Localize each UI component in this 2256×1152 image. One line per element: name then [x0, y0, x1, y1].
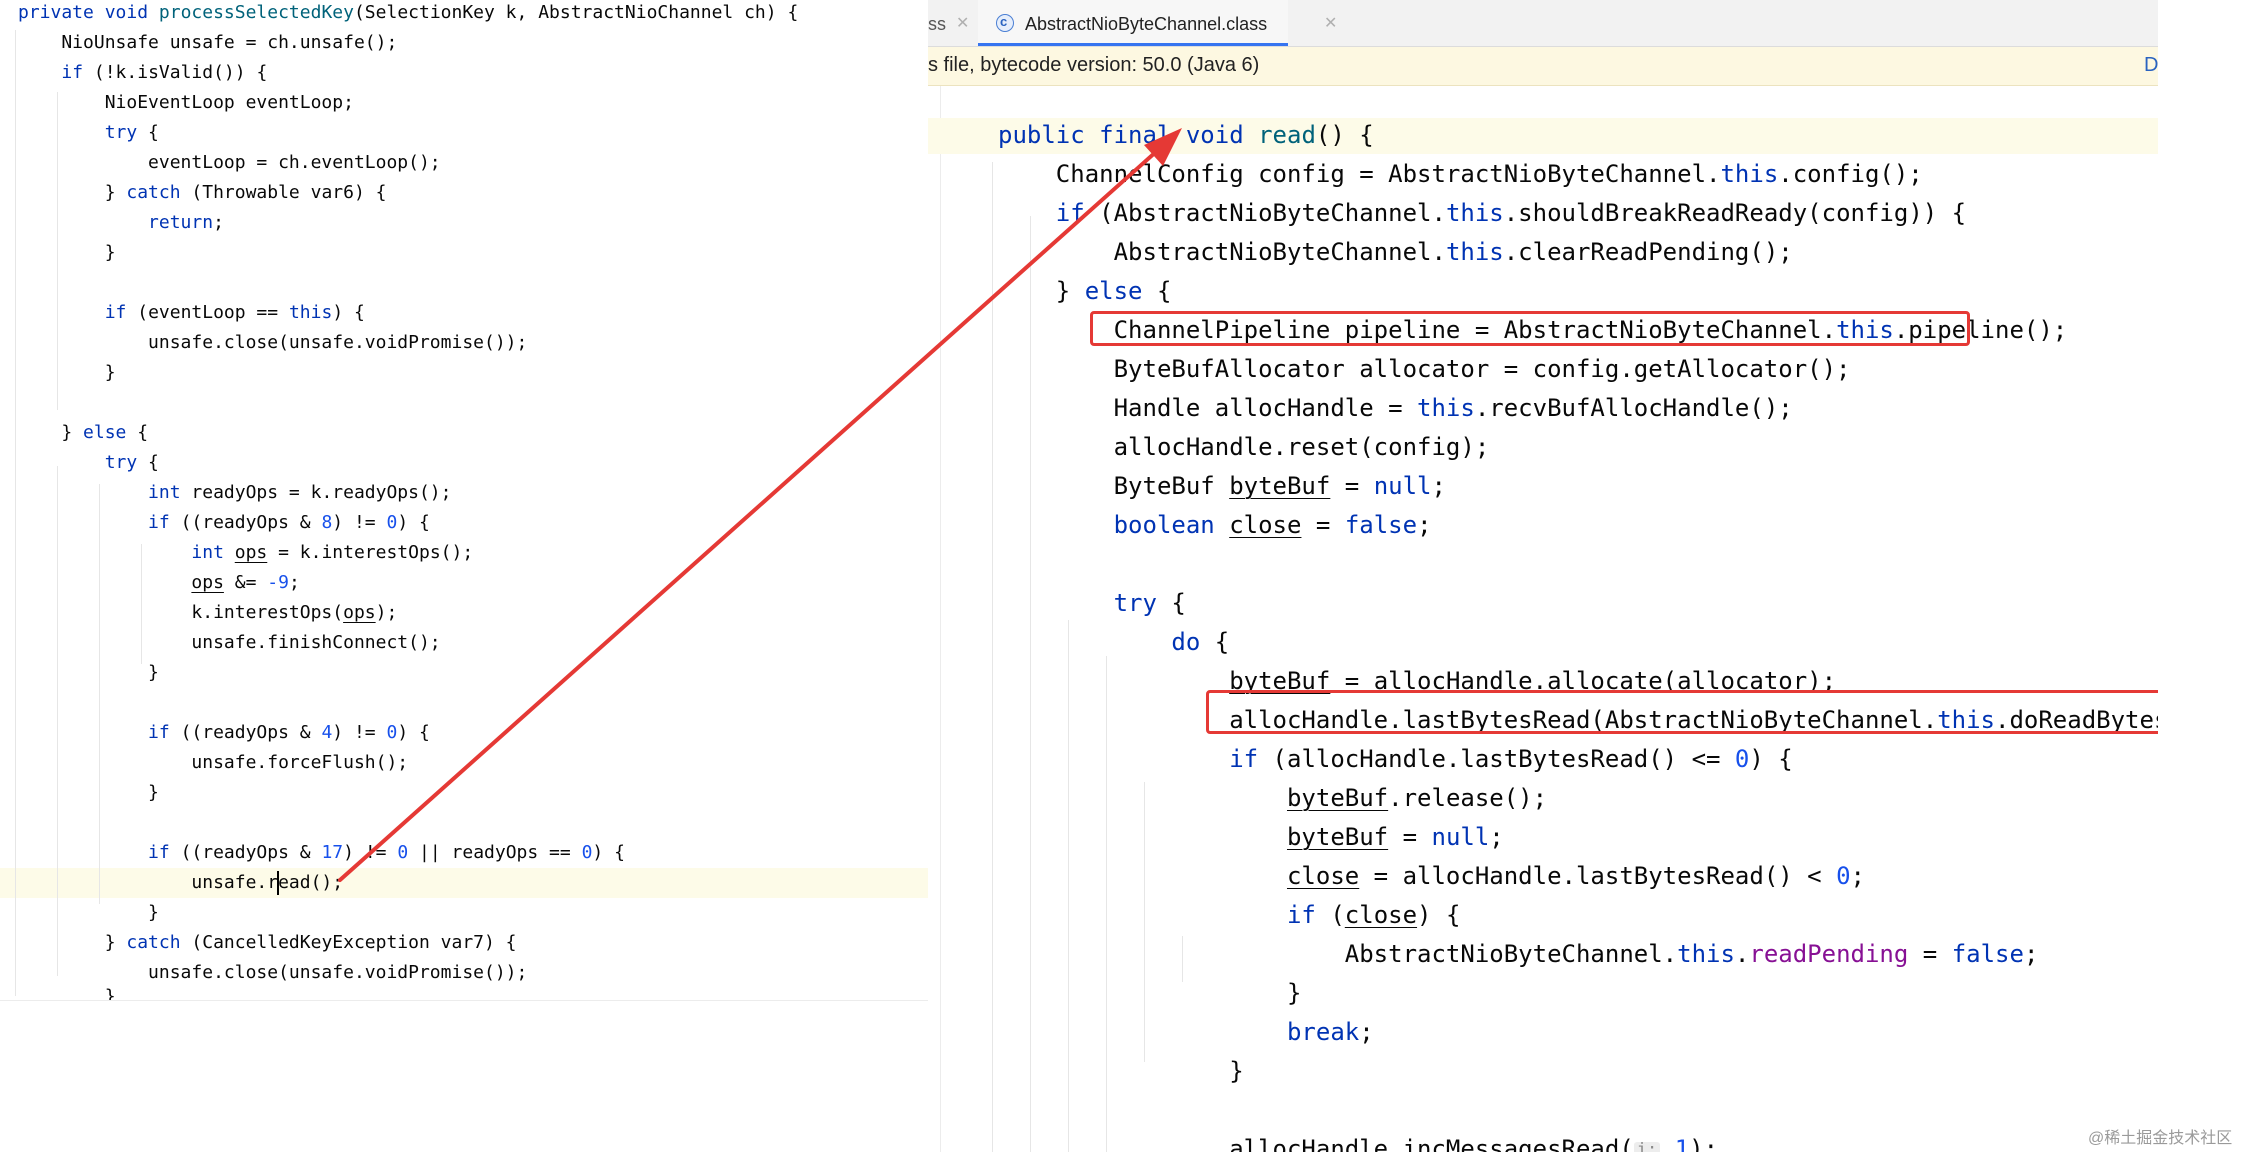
- code-line[interactable]: }: [18, 664, 159, 682]
- class-file-icon: c: [996, 14, 1014, 32]
- code-line[interactable]: k.interestOps(ops);: [18, 604, 397, 622]
- code-line[interactable]: ByteBufAllocator allocator = config.getA…: [998, 357, 1851, 381]
- tab-label: ss: [928, 14, 946, 34]
- code-line[interactable]: if (close) {: [998, 903, 1460, 927]
- code-line[interactable]: ChannelConfig config = AbstractNioByteCh…: [998, 162, 1923, 186]
- code-line[interactable]: AbstractNioByteChannel.this.readPending …: [998, 942, 2039, 966]
- code-line[interactable]: }: [18, 904, 159, 922]
- code-line[interactable]: try {: [18, 454, 159, 472]
- gutter-divider: [940, 86, 941, 1152]
- code-line[interactable]: unsafe.close(unsafe.voidPromise());: [18, 964, 527, 982]
- code-line[interactable]: byteBuf = null;: [998, 825, 1504, 849]
- info-banner-text: s file, bytecode version: 50.0 (Java 6): [928, 54, 1260, 76]
- code-line[interactable]: eventLoop = ch.eventLoop();: [18, 154, 441, 172]
- code-line[interactable]: } catch (CancelledKeyException var7) {: [18, 934, 517, 952]
- indent-guide: [15, 30, 16, 996]
- code-line[interactable]: if ((readyOps & 4) != 0) {: [18, 724, 430, 742]
- download-sources-link[interactable]: D: [2144, 54, 2158, 77]
- editor-tab-bar: ss ✕ c AbstractNioByteChannel.class ✕: [928, 0, 2158, 47]
- code-line[interactable]: unsafe.read();: [18, 874, 343, 892]
- code-line[interactable]: unsafe.close(unsafe.voidPromise());: [18, 334, 527, 352]
- code-line[interactable]: if ((readyOps & 8) != 0) {: [18, 514, 430, 532]
- code-line[interactable]: AbstractNioByteChannel.this.clearReadPen…: [998, 240, 1793, 264]
- tab-previous[interactable]: ss: [928, 0, 946, 46]
- text-caret: [277, 871, 279, 895]
- code-line[interactable]: NioEventLoop eventLoop;: [18, 94, 354, 112]
- tab-abstract-nio-byte-channel[interactable]: c AbstractNioByteChannel.class ✕: [978, 0, 1337, 46]
- divider: [0, 1000, 928, 1001]
- indent-guide: [992, 162, 993, 1152]
- code-line[interactable]: }: [18, 784, 159, 802]
- code-line[interactable]: try {: [18, 124, 159, 142]
- code-line[interactable]: int readyOps = k.readyOps();: [18, 484, 451, 502]
- code-line[interactable]: if ((readyOps & 17) != 0 || readyOps == …: [18, 844, 625, 862]
- code-line[interactable]: }: [998, 1059, 1243, 1083]
- code-line[interactable]: allocHandle.reset(config);: [998, 435, 1490, 459]
- right-code-editor[interactable]: ss ✕ c AbstractNioByteChannel.class ✕ s …: [928, 0, 2158, 1152]
- code-line[interactable]: if (eventLoop == this) {: [18, 304, 365, 322]
- code-line[interactable]: return;: [18, 214, 224, 232]
- code-line[interactable]: allocHandle.incMessagesRead(i: 1);: [998, 1137, 1718, 1152]
- close-icon[interactable]: ✕: [956, 13, 969, 32]
- close-icon[interactable]: ✕: [1324, 13, 1337, 32]
- watermark: @稀土掘金技术社区: [2088, 1130, 2233, 1147]
- code-line[interactable]: public final void read() {: [998, 123, 1374, 147]
- code-line[interactable]: break;: [998, 1020, 1374, 1044]
- code-line[interactable]: ops &= -9;: [18, 574, 299, 592]
- code-line[interactable]: unsafe.forceFlush();: [18, 754, 408, 772]
- code-line[interactable]: }: [18, 364, 116, 382]
- left-code-editor[interactable]: private void processSelectedKey(Selectio…: [0, 0, 928, 1001]
- highlight-box-do-read-bytes: [1206, 690, 2158, 734]
- code-line[interactable]: if (!k.isValid()) {: [18, 64, 267, 82]
- code-line[interactable]: if (allocHandle.lastBytesRead() <= 0) {: [998, 747, 1793, 771]
- code-line[interactable]: close = allocHandle.lastBytesRead() < 0;: [998, 864, 1865, 888]
- code-line[interactable]: boolean close = false;: [998, 513, 1432, 537]
- tab-label: AbstractNioByteChannel.class: [1025, 14, 1268, 34]
- code-line[interactable]: Handle allocHandle = this.recvBufAllocHa…: [998, 396, 1793, 420]
- code-line[interactable]: }: [998, 981, 1301, 1005]
- highlight-box-pipeline: [1090, 311, 1970, 346]
- code-line[interactable]: byteBuf.release();: [998, 786, 1547, 810]
- code-line[interactable]: unsafe.finishConnect();: [18, 634, 440, 652]
- code-line[interactable]: NioUnsafe unsafe = ch.unsafe();: [18, 34, 397, 52]
- code-line[interactable]: int ops = k.interestOps();: [18, 544, 473, 562]
- code-line[interactable]: do {: [998, 630, 1229, 654]
- code-line[interactable]: } else {: [18, 424, 148, 442]
- code-line[interactable]: }: [18, 988, 116, 1000]
- code-line[interactable]: } catch (Throwable var6) {: [18, 184, 387, 202]
- code-line[interactable]: try {: [998, 591, 1186, 615]
- code-line[interactable]: if (AbstractNioByteChannel.this.shouldBr…: [998, 201, 1966, 225]
- code-line[interactable]: private void processSelectedKey(Selectio…: [18, 4, 798, 22]
- code-line[interactable]: }: [18, 244, 116, 262]
- code-line[interactable]: ByteBuf byteBuf = null;: [998, 474, 1446, 498]
- decompiled-info-banner: s file, bytecode version: 50.0 (Java 6) …: [928, 47, 2158, 86]
- code-line[interactable]: } else {: [998, 279, 1172, 303]
